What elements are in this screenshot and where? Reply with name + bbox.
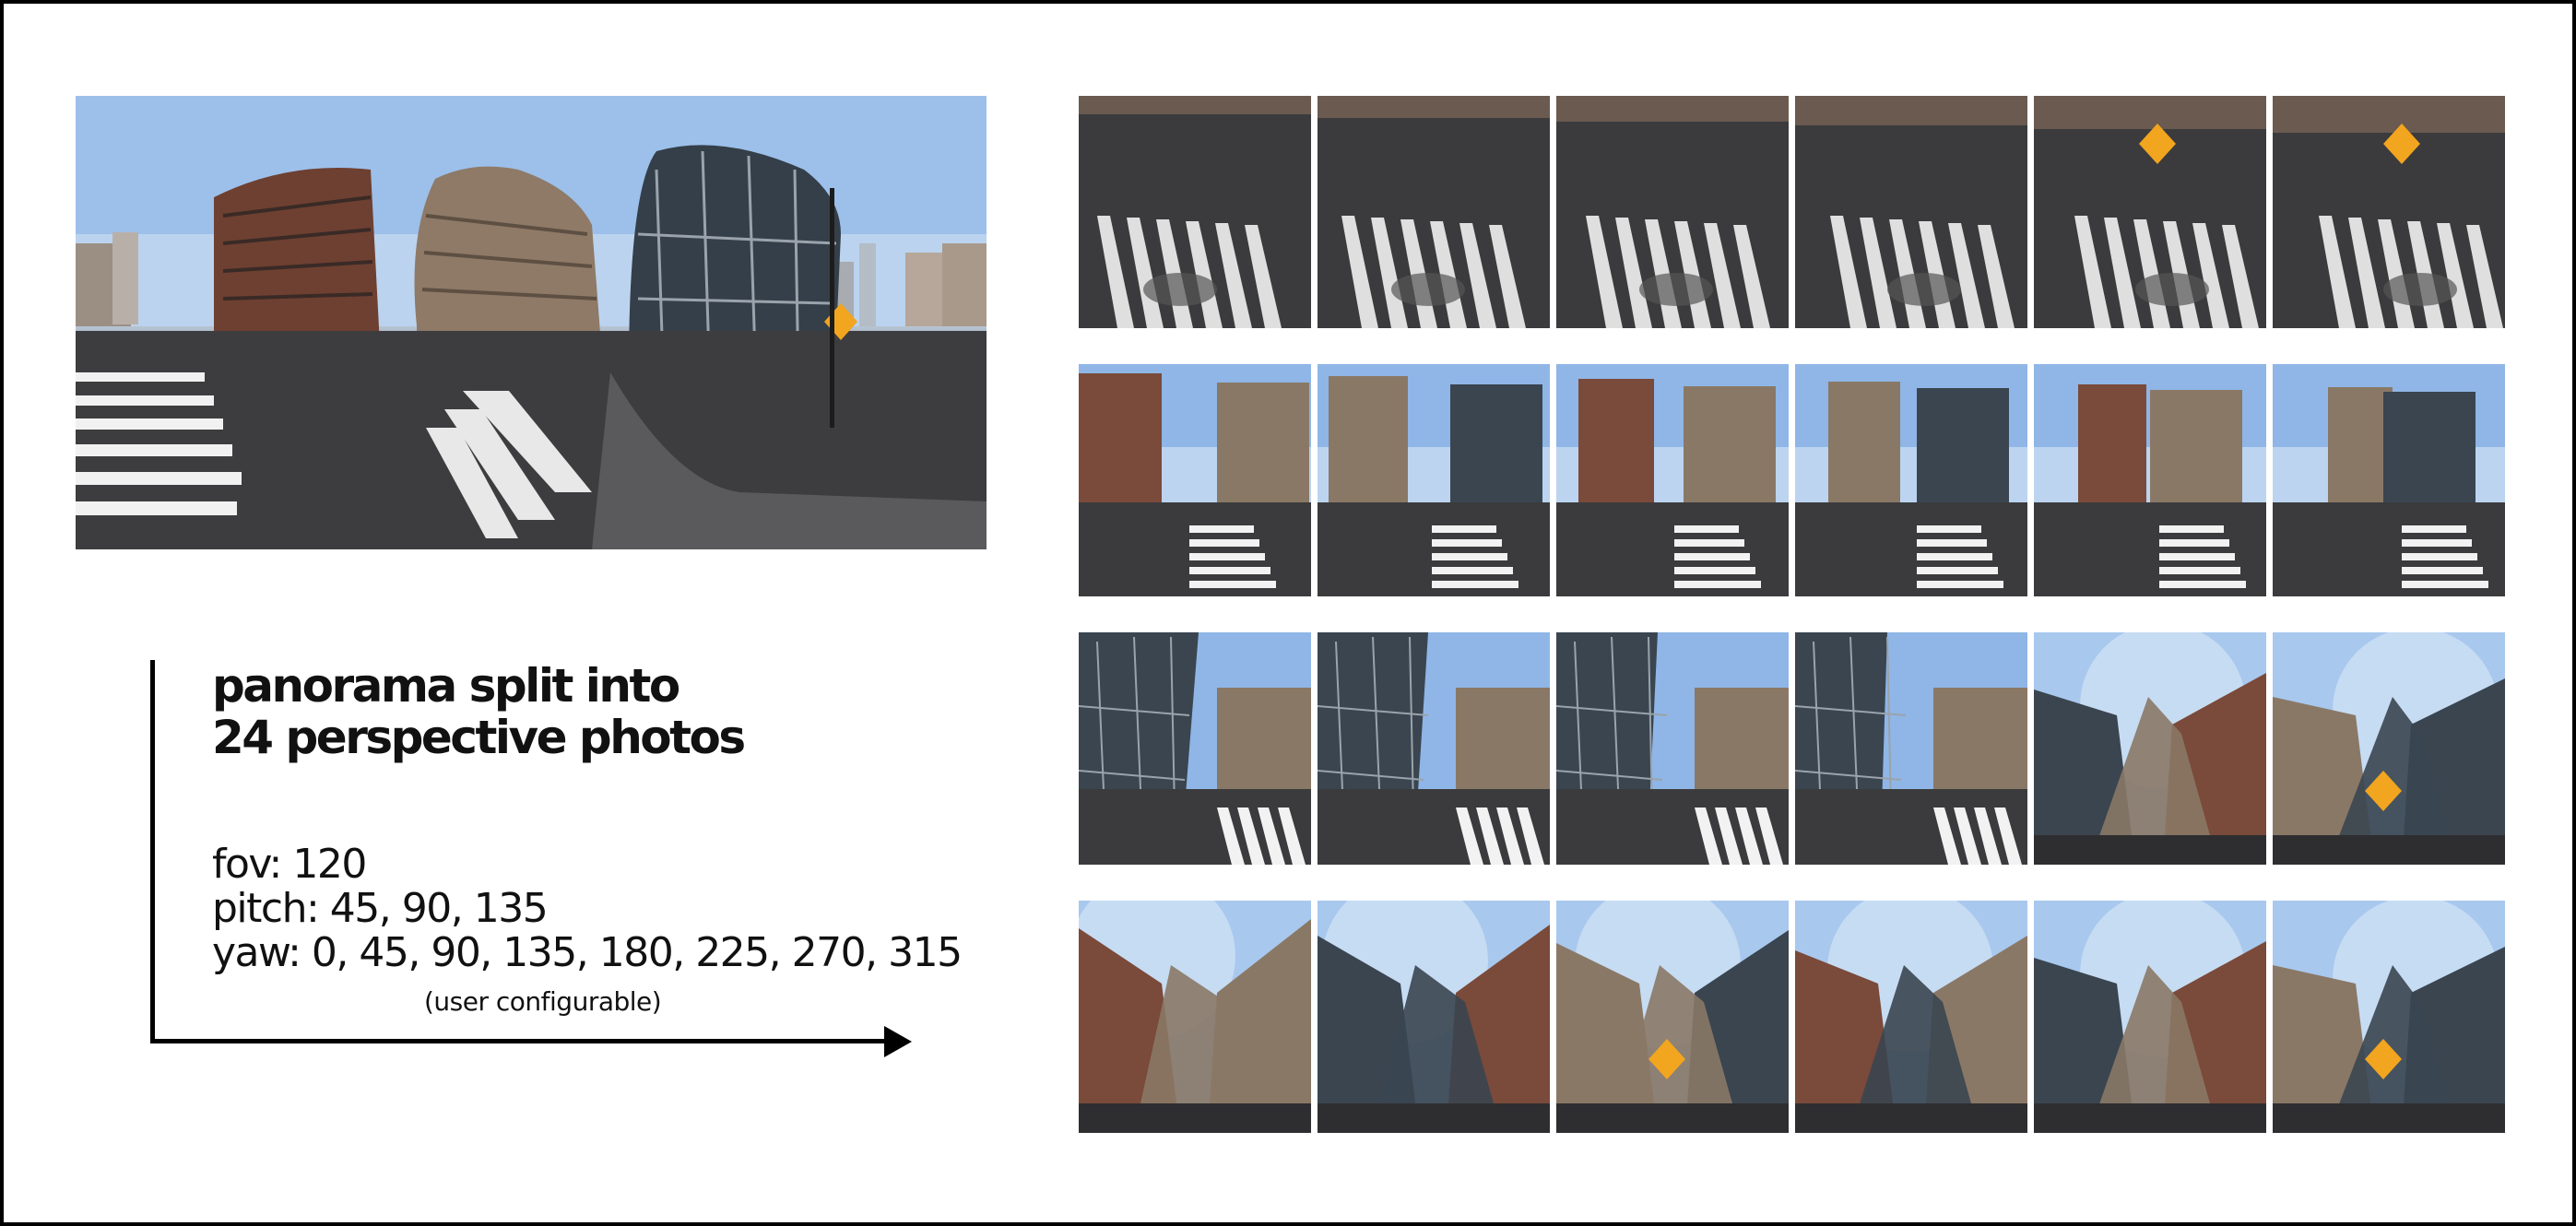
perspective-photo-scene — [1795, 901, 2027, 1133]
perspective-photo-17 — [2034, 632, 2266, 865]
perspective-photo-scene — [1079, 632, 1311, 865]
perspective-photo-scene — [2273, 96, 2505, 328]
perspective-photo-9 — [1556, 364, 1789, 596]
perspective-photo-22 — [1795, 901, 2027, 1133]
panorama-scene — [76, 96, 987, 549]
axis-horizontal — [150, 1039, 886, 1043]
perspective-photo-11 — [2034, 364, 2266, 596]
arrow-head-icon — [884, 1026, 912, 1057]
perspective-photo-scene — [1079, 901, 1311, 1133]
perspective-photo-scene — [1795, 96, 2027, 328]
perspective-photo-2 — [1318, 96, 1550, 328]
perspective-photo-scene — [1556, 364, 1789, 596]
perspective-photo-5 — [2034, 96, 2266, 328]
perspective-photo-6 — [2273, 96, 2505, 328]
perspective-photo-10 — [1795, 364, 2027, 596]
pitch-parameter: pitch: 45, 90, 135 — [212, 885, 549, 932]
perspective-photo-grid — [1079, 96, 2506, 1133]
perspective-photo-24 — [2273, 901, 2505, 1133]
perspective-photo-scene — [2034, 364, 2266, 596]
perspective-photo-19 — [1079, 901, 1311, 1133]
perspective-photo-scene — [1795, 364, 2027, 596]
panorama-image — [76, 96, 987, 549]
perspective-photo-21 — [1556, 901, 1789, 1133]
perspective-photo-scene — [1079, 364, 1311, 596]
perspective-photo-20 — [1318, 901, 1550, 1133]
perspective-photo-18 — [2273, 632, 2505, 865]
perspective-photo-scene — [1795, 632, 2027, 865]
fov-parameter: fov: 120 — [212, 841, 367, 888]
perspective-photo-3 — [1556, 96, 1789, 328]
title-line-1: panorama split into — [212, 659, 680, 713]
perspective-photo-scene — [1079, 96, 1311, 328]
perspective-photo-scene — [1556, 901, 1789, 1133]
perspective-photo-scene — [2034, 901, 2266, 1133]
perspective-photo-7 — [1079, 364, 1311, 596]
yaw-parameter: yaw: 0, 45, 90, 135, 180, 225, 270, 315 — [212, 929, 963, 976]
perspective-photo-16 — [1795, 632, 2027, 865]
perspective-photo-13 — [1079, 632, 1311, 865]
perspective-photo-scene — [2034, 632, 2266, 865]
perspective-photo-scene — [1556, 96, 1789, 328]
perspective-photo-23 — [2034, 901, 2266, 1133]
perspective-photo-scene — [2273, 901, 2505, 1133]
perspective-photo-scene — [1318, 96, 1550, 328]
perspective-photo-4 — [1795, 96, 2027, 328]
perspective-photo-1 — [1079, 96, 1311, 328]
perspective-photo-14 — [1318, 632, 1550, 865]
title-line-2: 24 perspective photos — [212, 711, 746, 764]
figure-frame: panorama split into 24 perspective photo… — [0, 0, 2576, 1226]
perspective-photo-scene — [1556, 632, 1789, 865]
perspective-photo-scene — [1318, 364, 1550, 596]
configurable-note: (user configurable) — [424, 986, 662, 1017]
perspective-photo-scene — [2034, 96, 2266, 328]
perspective-photo-12 — [2273, 364, 2505, 596]
perspective-photo-scene — [2273, 364, 2505, 596]
perspective-photo-scene — [1318, 901, 1550, 1133]
perspective-photo-scene — [1318, 632, 1550, 865]
perspective-photo-8 — [1318, 364, 1550, 596]
perspective-photo-15 — [1556, 632, 1789, 865]
axis-vertical — [150, 660, 155, 1043]
perspective-photo-scene — [2273, 632, 2505, 865]
